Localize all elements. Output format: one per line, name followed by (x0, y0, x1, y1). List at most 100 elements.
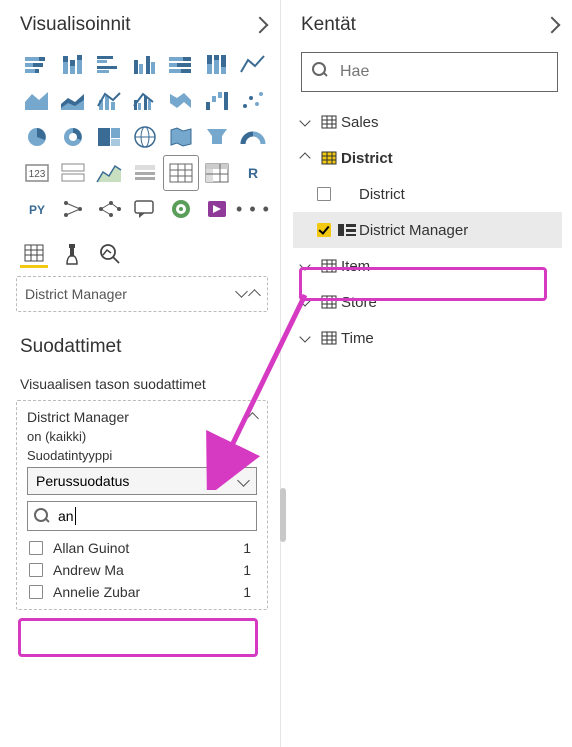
viz-filled-map-icon[interactable] (164, 120, 198, 154)
chevron-up-icon[interactable] (248, 289, 261, 302)
viz-kpi-icon[interactable] (92, 156, 126, 190)
filter-values-list: Allan Guinot 1 Andrew Ma 1 Annelie Zubar… (27, 537, 257, 603)
table-label: Sales (341, 114, 562, 131)
format-tool-icon[interactable] (58, 240, 86, 268)
filter-value-row[interactable]: Allan Guinot 1 (27, 537, 257, 559)
viz-funnel-icon[interactable] (200, 120, 234, 154)
table-label: District (341, 150, 562, 167)
viz-slicer-icon[interactable] (128, 156, 162, 190)
fields-title: Kentät (301, 14, 356, 36)
filter-value-count: 1 (243, 584, 251, 600)
checkbox-icon[interactable] (29, 585, 43, 599)
field-district-manager[interactable]: District Manager (293, 212, 562, 248)
table-label: Item (341, 258, 562, 275)
checkbox-checked-icon[interactable] (317, 223, 331, 237)
collapse-visualizations-icon[interactable] (252, 17, 269, 34)
viz-powerapps-icon[interactable] (200, 192, 234, 226)
table-district[interactable]: District (293, 140, 562, 176)
viz-key-influencers-icon[interactable] (56, 192, 90, 226)
viz-gauge-icon[interactable] (236, 120, 270, 154)
viz-decomposition-icon[interactable] (92, 192, 126, 226)
field-district[interactable]: District (293, 176, 562, 212)
visualizations-header: Visualisoinnit (0, 8, 280, 46)
viz-line-clustered-column-icon[interactable] (128, 84, 162, 118)
viz-ribbon-icon[interactable] (164, 84, 198, 118)
column-icon (335, 223, 359, 237)
filter-search-box[interactable]: an (27, 501, 257, 531)
visualizations-pane: Visualisoinnit 123 R (0, 0, 281, 747)
search-icon (312, 62, 332, 82)
viz-table-icon[interactable] (164, 156, 198, 190)
fields-search-box[interactable] (301, 52, 558, 92)
viz-stacked-area-icon[interactable] (56, 84, 90, 118)
search-icon (34, 508, 50, 524)
table-icon (317, 330, 341, 346)
visual-level-filters-label: Visuaalisen tason suodattimet (0, 366, 280, 400)
viz-line-icon[interactable] (236, 48, 270, 82)
visualization-gallery: 123 R PY • • • (0, 46, 280, 232)
filter-card-title: District Manager (27, 409, 129, 425)
viz-waterfall-icon[interactable] (200, 84, 234, 118)
table-label: Time (341, 330, 562, 347)
viz-arcgis-icon[interactable] (164, 192, 198, 226)
viz-pie-icon[interactable] (20, 120, 54, 154)
viz-card-icon[interactable]: 123 (20, 156, 54, 190)
viz-stacked-column-icon[interactable] (56, 48, 90, 82)
viz-r-icon[interactable]: R (236, 156, 270, 190)
viz-matrix-icon[interactable] (200, 156, 234, 190)
filter-value-row[interactable]: Annelie Zubar 1 (27, 581, 257, 603)
fields-pane: Kentät Sales District District District … (281, 0, 572, 747)
values-field-well[interactable]: District Manager (16, 276, 268, 312)
chevron-down-icon (237, 474, 250, 487)
table-item[interactable]: Item (293, 248, 562, 284)
viz-multirow-card-icon[interactable] (56, 156, 90, 190)
filter-value-label: Andrew Ma (53, 562, 124, 578)
table-icon (317, 150, 341, 166)
viz-more-icon[interactable]: • • • (236, 192, 270, 226)
viz-clustered-bar-icon[interactable] (92, 48, 126, 82)
viz-treemap-icon[interactable] (92, 120, 126, 154)
chevron-down-icon (299, 115, 310, 126)
table-time[interactable]: Time (293, 320, 562, 356)
viz-qna-icon[interactable] (128, 192, 162, 226)
filter-value-count: 1 (243, 540, 251, 556)
collapse-filter-icon[interactable] (246, 412, 259, 425)
checkbox-icon[interactable] (29, 541, 43, 555)
fields-tree: Sales District District District Manager… (281, 102, 572, 356)
viz-100-stacked-bar-icon[interactable] (164, 48, 198, 82)
fields-tool-icon[interactable] (20, 240, 48, 268)
filter-search-value: an (58, 508, 74, 524)
field-label: District (359, 186, 562, 203)
filter-value-row[interactable]: Andrew Ma 1 (27, 559, 257, 581)
collapse-fields-icon[interactable] (544, 17, 561, 34)
viz-100-stacked-column-icon[interactable] (200, 48, 234, 82)
viz-line-stacked-column-icon[interactable] (92, 84, 126, 118)
scrollbar-thumb[interactable] (280, 488, 286, 542)
viz-area-icon[interactable] (20, 84, 54, 118)
svg-text:PY: PY (29, 203, 45, 217)
table-icon (317, 294, 341, 310)
checkbox-icon[interactable] (317, 187, 331, 201)
filter-summary: on (kaikki) (27, 429, 257, 444)
fields-search-input[interactable] (340, 63, 547, 81)
filter-value-label: Allan Guinot (53, 540, 129, 556)
viz-map-icon[interactable] (128, 120, 162, 154)
checkbox-icon[interactable] (29, 563, 43, 577)
viz-py-icon[interactable]: PY (20, 192, 54, 226)
filter-type-select[interactable]: Perussuodatus (27, 467, 257, 495)
viz-donut-icon[interactable] (56, 120, 90, 154)
chevron-down-icon[interactable] (235, 285, 248, 298)
filters-title: Suodattimet (0, 312, 280, 366)
filter-type-label: Suodatintyyppi (27, 448, 257, 463)
viz-stacked-bar-icon[interactable] (20, 48, 54, 82)
table-label: Store (341, 294, 562, 311)
viz-scatter-icon[interactable] (236, 84, 270, 118)
chevron-down-icon (299, 331, 310, 342)
fields-header: Kentät (281, 8, 572, 46)
field-well-value: District Manager (25, 286, 127, 302)
analytics-tool-icon[interactable] (96, 240, 124, 268)
table-icon (317, 114, 341, 130)
table-sales[interactable]: Sales (293, 104, 562, 140)
viz-clustered-column-icon[interactable] (128, 48, 162, 82)
table-store[interactable]: Store (293, 284, 562, 320)
